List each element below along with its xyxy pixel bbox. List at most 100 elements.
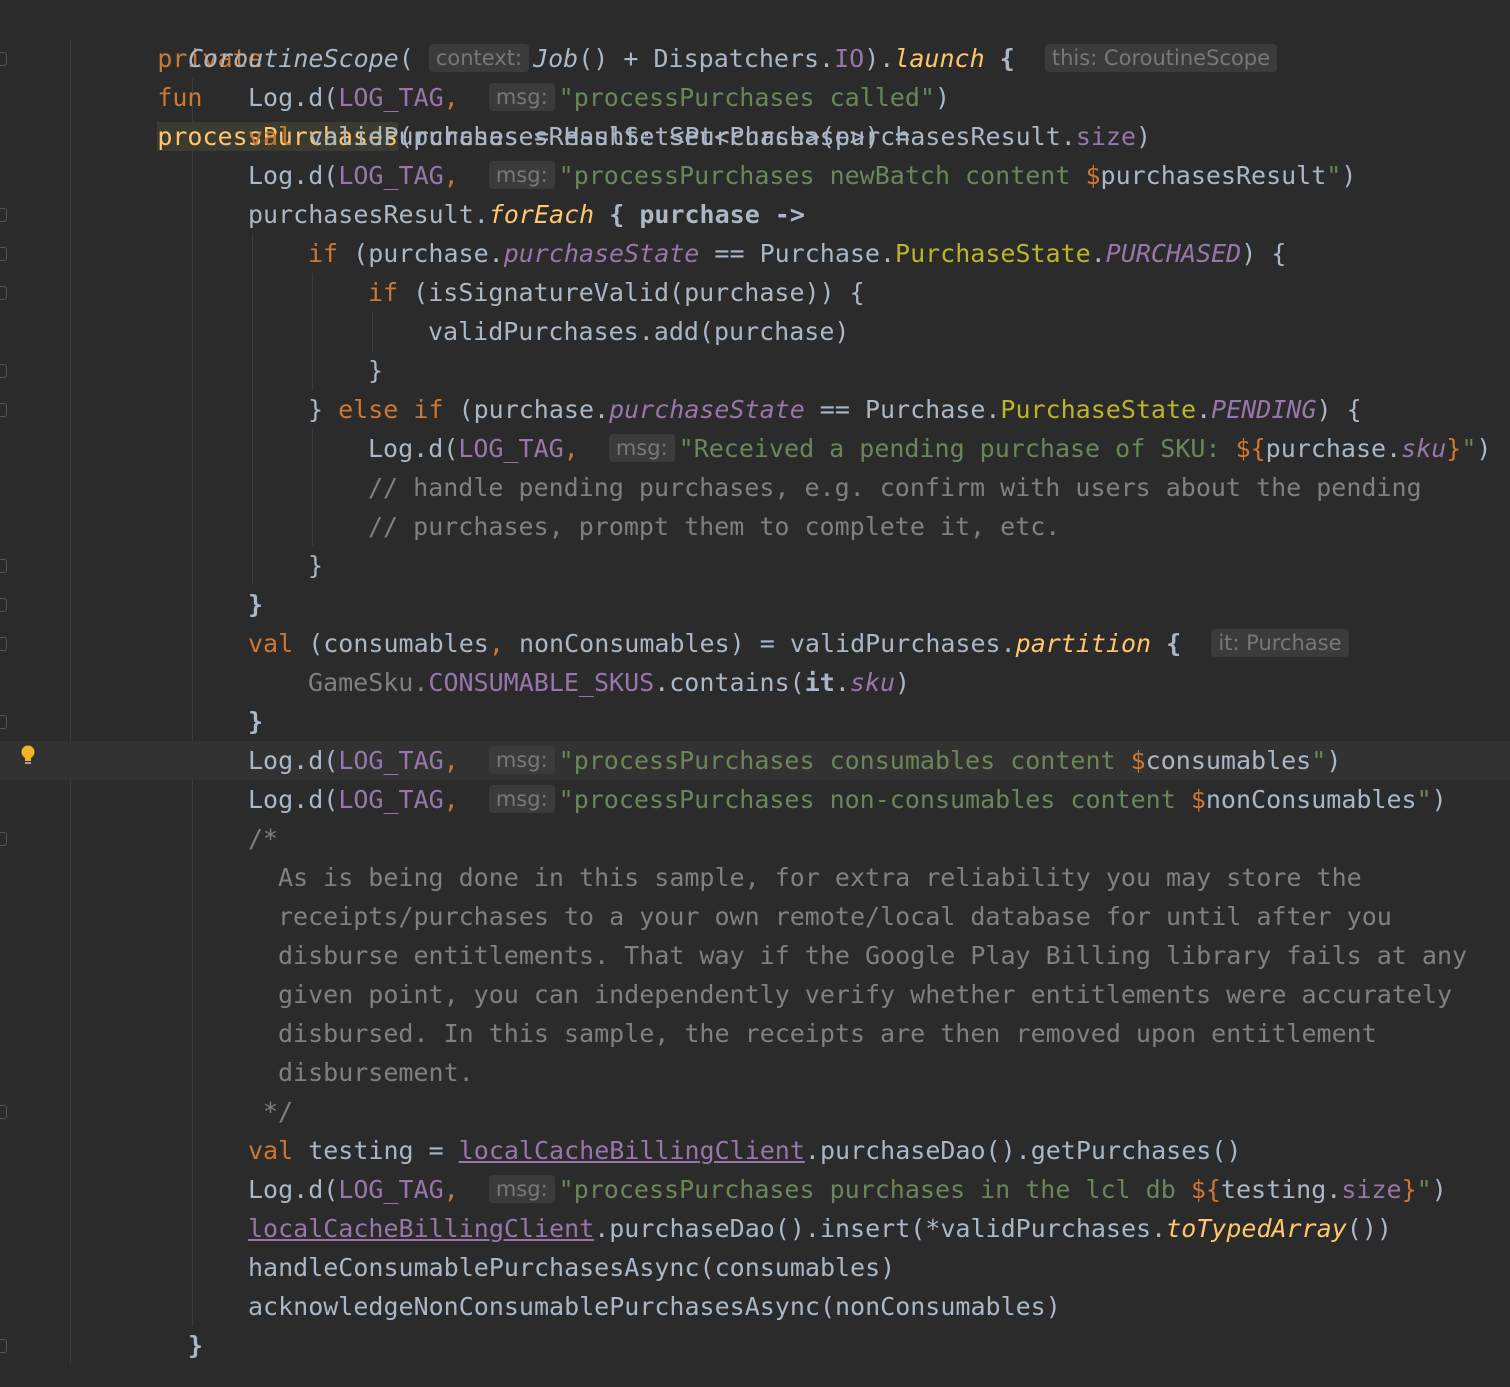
code-line[interactable]: CoroutineScope( context: Job() + Dispatch…	[0, 39, 1510, 78]
code-text: ())	[1346, 1214, 1392, 1243]
code-text: ) {	[1316, 395, 1362, 424]
code-text: .contains(	[654, 668, 805, 697]
property-link[interactable]: localCacheBillingClient	[248, 1214, 594, 1243]
comment: disburse entitlements. That way if the G…	[278, 941, 1468, 970]
property-link[interactable]: localCacheBillingClient	[459, 1136, 805, 1165]
parameter-hint: msg:	[488, 161, 555, 189]
code-line[interactable]: localCacheBillingClient.purchaseDao().in…	[0, 1209, 1510, 1248]
lightbulb-icon[interactable]	[20, 744, 36, 768]
code-text: )	[1341, 161, 1357, 190]
code-line[interactable]: // purchases, prompt them to complete it…	[0, 507, 1510, 546]
class-ref: Job	[533, 44, 579, 73]
code-text: validPurchases = HashSet<Purchase>(purch…	[293, 122, 1076, 151]
code-line[interactable]: handleConsumablePurchasesAsync(consumabl…	[0, 1248, 1510, 1287]
property: sku	[849, 668, 896, 697]
code-text: .purchaseDao().getPurchases()	[804, 1136, 1242, 1165]
code-line[interactable]: acknowledgeNonConsumablePurchasesAsync(n…	[0, 1287, 1510, 1326]
comment: disbursement.	[278, 1058, 474, 1087]
comment: */	[263, 1097, 294, 1126]
code-text: )	[1326, 746, 1342, 775]
comment: receipts/purchases to a your own remote/…	[278, 902, 1392, 931]
property: purchaseState	[609, 395, 805, 424]
code-text: { purchase ->	[594, 200, 805, 229]
comment: /*	[248, 824, 279, 853]
code-line[interactable]: Log.d(LOG_TAG, msg: "processPurchases new…	[0, 156, 1510, 195]
property: LOG_TAG	[458, 434, 564, 463]
property: size	[1341, 1175, 1402, 1204]
code-line[interactable]: given point, you can independently verif…	[0, 975, 1510, 1014]
template-marker: ${	[1190, 1175, 1221, 1204]
code-line[interactable]: }	[0, 585, 1510, 624]
code-text: testing =	[293, 1136, 459, 1165]
code-line[interactable]: } else if (purchase.purchaseState == Pur…	[0, 390, 1510, 429]
code-text: () + Dispatchers.	[578, 44, 835, 73]
code-line[interactable]: GameSku.CONSUMABLE_SKUS.contains(it.sku)	[0, 663, 1510, 702]
code-line[interactable]: }	[0, 546, 1510, 585]
current-code-line[interactable]: Log.d(LOG_TAG, msg: "processPurchases con…	[0, 741, 1510, 780]
code-text: )	[1136, 122, 1152, 151]
code-text: }	[308, 395, 339, 424]
code-text: ,	[443, 161, 474, 190]
template-marker: $	[1085, 161, 1101, 190]
extension-function: partition	[1015, 629, 1152, 658]
code-text: }	[368, 356, 384, 385]
property: purchaseState	[503, 239, 700, 268]
property: size	[1075, 122, 1137, 151]
code-line[interactable]: Log.d(LOG_TAG, msg: "processPurchases non…	[0, 780, 1510, 819]
code-line[interactable]: disbursed. In this sample, the receipts …	[0, 1014, 1510, 1053]
code-line[interactable]: Log.d(LOG_TAG, msg: "processPurchases cal…	[0, 78, 1510, 117]
code-line[interactable]: Log.d(LOG_TAG, msg: "processPurchases pur…	[0, 1170, 1510, 1209]
code-text: ,	[443, 746, 474, 775]
code-text: (consumables	[293, 629, 489, 658]
code-text: (purchase.	[338, 239, 504, 268]
code-editor[interactable]: private fun processPurchases(purchasesRe…	[0, 0, 1510, 1387]
property: LOG_TAG	[338, 161, 444, 190]
code-text: .	[1196, 395, 1212, 424]
template-marker: $	[1190, 785, 1206, 814]
code-line[interactable]: }	[0, 702, 1510, 741]
parameter-hint: msg:	[488, 746, 555, 774]
code-text: }	[248, 590, 264, 619]
code-text: (	[398, 44, 414, 73]
code-text: }	[188, 1331, 204, 1360]
comment: given point, you can independently verif…	[278, 980, 1452, 1009]
keyword: else	[338, 395, 399, 424]
keyword: if	[308, 239, 339, 268]
code-line[interactable]: purchasesResult.forEach { purchase ->	[0, 195, 1510, 234]
code-line[interactable]: }	[0, 1326, 1510, 1365]
code-line[interactable]: if (isSignatureValid(purchase)) {	[0, 273, 1510, 312]
code-text: purchasesResult.	[248, 200, 489, 229]
string-literal: "Received a pending purchase of SKU:	[678, 434, 1236, 463]
code-text: )	[934, 83, 951, 112]
code-line[interactable]: disburse entitlements. That way if the G…	[0, 936, 1510, 975]
template-marker: ${	[1235, 434, 1266, 463]
code-line[interactable]: if (purchase.purchaseState == Purchase.P…	[0, 234, 1510, 273]
keyword: val	[248, 1136, 294, 1165]
code-line[interactable]: validPurchases.add(purchase)	[0, 312, 1510, 351]
code-text: Log.d(	[248, 746, 339, 775]
keyword: if	[368, 278, 399, 307]
code-text: Log.d(	[368, 434, 459, 463]
code-line[interactable]: Log.d(LOG_TAG, msg: "Received a pending p…	[0, 429, 1510, 468]
code-line[interactable]: /*	[0, 819, 1510, 858]
code-line[interactable]: private fun processPurchases(purchasesRe…	[0, 0, 1510, 151]
code-line[interactable]: receipts/purchases to a your own remote/…	[0, 897, 1510, 936]
code-line[interactable]: disbursement.	[0, 1053, 1510, 1092]
string-literal: "	[1311, 746, 1327, 775]
code-line[interactable]: As is being done in this sample, for ext…	[0, 858, 1510, 897]
code-text: )	[1476, 434, 1492, 463]
code-line[interactable]: val testing = localCacheBillingClient.pu…	[0, 1131, 1510, 1170]
comment: disbursed. In this sample, the receipts …	[278, 1019, 1377, 1048]
class-ref: PurchaseState	[895, 239, 1091, 268]
parameter-hint: context:	[428, 44, 530, 72]
string-literal: "processPurchases newBatch content	[558, 161, 1086, 190]
parameter-hint: msg:	[608, 434, 675, 462]
code-line[interactable]: val validPurchases = HashSet<Purchase>(p…	[0, 117, 1510, 156]
code-line[interactable]: // handle pending purchases, e.g. confir…	[0, 468, 1510, 507]
code-line[interactable]: }	[0, 351, 1510, 390]
code-line[interactable]: val (consumables, nonConsumables) = vali…	[0, 624, 1510, 663]
code-line[interactable]: */	[0, 1092, 1510, 1131]
property: CONSUMABLE_SKUS	[428, 668, 655, 697]
code-text: )	[1431, 785, 1447, 814]
string-literal: "	[1416, 1175, 1432, 1204]
